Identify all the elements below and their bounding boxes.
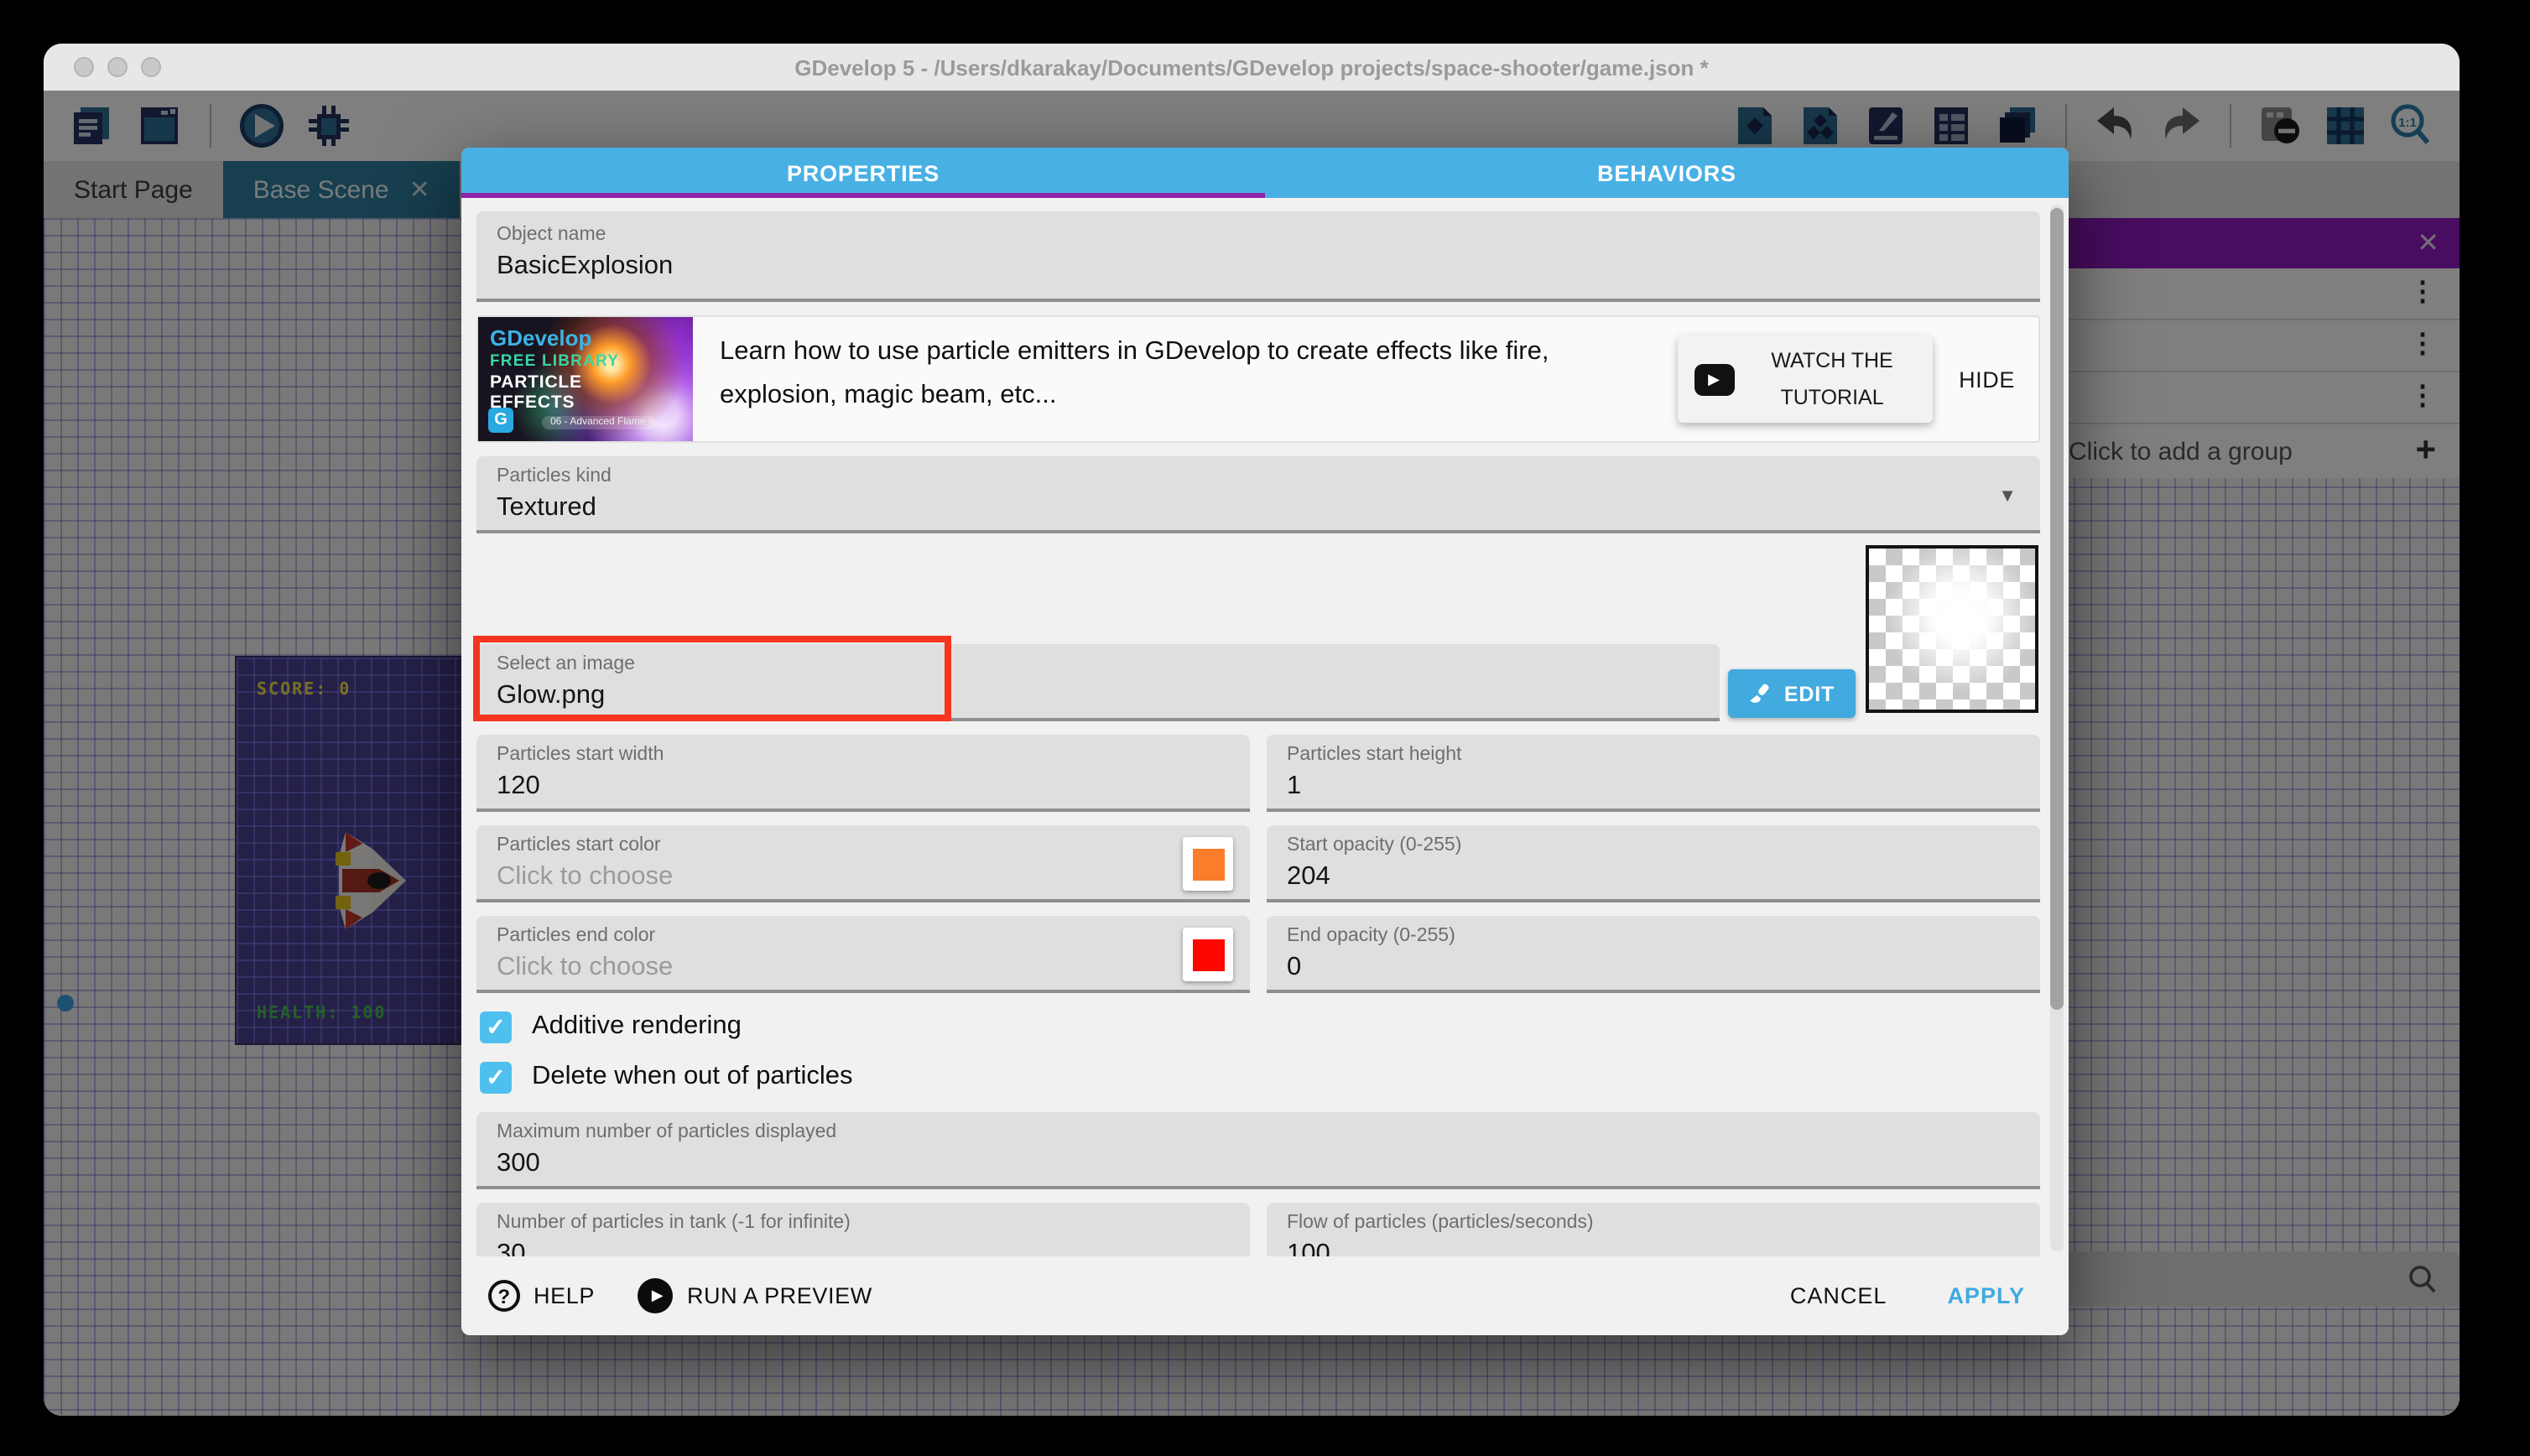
help-button[interactable]: ? HELP: [488, 1280, 595, 1312]
tutorial-thumbnail[interactable]: GDevelop FREE LIBRARY PARTICLE EFFECTS G…: [478, 317, 693, 441]
field-label: End opacity (0-255): [1287, 926, 2020, 946]
tab-properties[interactable]: PROPERTIES: [461, 148, 1265, 198]
field-label: Maximum number of particles displayed: [497, 1122, 2020, 1142]
chevron-down-icon[interactable]: ▼: [1998, 486, 2017, 507]
delete-when-out-checkbox-row[interactable]: ✓ Delete when out of particles: [480, 1057, 2040, 1097]
thumb-caption: 06 - Advanced Flame: [542, 416, 653, 429]
minimize-window-button[interactable]: [107, 57, 128, 77]
color-swatch-button[interactable]: [1183, 837, 1233, 891]
max-particles-field[interactable]: Maximum number of particles displayed 30…: [476, 1112, 2040, 1189]
field-label: Object name: [497, 225, 2020, 245]
dialog-scroll-area[interactable]: Object name BasicExplosion GDevelop FREE…: [461, 198, 2069, 1256]
tutorial-text: Learn how to use particle emitters in GD…: [693, 317, 1677, 441]
thumb-title: GDevelop: [490, 325, 591, 351]
field-label: Flow of particles (particles/seconds): [1287, 1213, 2020, 1233]
end-color-row: Particles end color Click to choose End …: [476, 916, 2040, 993]
field-value: 100: [1287, 1240, 2020, 1256]
maximize-window-button[interactable]: [141, 57, 161, 77]
traffic-lights[interactable]: [74, 57, 161, 77]
field-value: 300: [497, 1149, 2020, 1179]
dialog-tabs: PROPERTIES BEHAVIORS: [461, 148, 2069, 198]
field-label: Number of particles in tank (-1 for infi…: [497, 1213, 1230, 1233]
texture-preview: [1866, 545, 2038, 713]
start-color-row: Particles start color Click to choose St…: [476, 825, 2040, 902]
checkbox-label: Delete when out of particles: [532, 1062, 853, 1092]
object-properties-dialog: PROPERTIES BEHAVIORS Object name BasicEx…: [461, 148, 2069, 1335]
checkbox-checked-icon[interactable]: ✓: [480, 1061, 512, 1093]
end-color-field[interactable]: Particles end color Click to choose: [476, 916, 1250, 993]
field-label: Particles start height: [1287, 745, 2020, 765]
help-label: HELP: [534, 1283, 595, 1308]
scrollbar-thumb[interactable]: [2050, 208, 2064, 1010]
field-value: 0: [1287, 953, 2020, 983]
cancel-button[interactable]: CANCEL: [1790, 1283, 1887, 1308]
tank-flow-row: Number of particles in tank (-1 for infi…: [476, 1203, 2040, 1256]
gdevelop-logo: G: [488, 408, 513, 433]
checkbox-label: Additive rendering: [532, 1011, 742, 1042]
desktop: GDevelop 5 - /Users/dkarakay/Documents/G…: [0, 0, 2530, 1456]
brush-icon: [1749, 682, 1773, 705]
field-label: Particles start width: [497, 745, 1230, 765]
titlebar: GDevelop 5 - /Users/dkarakay/Documents/G…: [44, 44, 2460, 91]
close-window-button[interactable]: [74, 57, 94, 77]
window-title: GDevelop 5 - /Users/dkarakay/Documents/G…: [794, 55, 1709, 80]
image-select-zone: Select an image Glow.png EDIT: [476, 547, 2040, 721]
field-value: Textured: [497, 493, 2020, 523]
additive-rendering-checkbox-row[interactable]: ✓ Additive rendering: [480, 1006, 2040, 1047]
start-width-field[interactable]: Particles start width 120: [476, 735, 1250, 812]
field-label: Start opacity (0-255): [1287, 835, 2020, 855]
thumb-line: PARTICLE: [490, 372, 582, 393]
watch-tutorial-button[interactable]: ▶ WATCH THE TUTORIAL: [1677, 335, 1932, 423]
object-name-field[interactable]: Object name BasicExplosion: [476, 211, 2040, 302]
dialog-scrollbar[interactable]: [2050, 205, 2064, 1251]
field-label: Particles kind: [497, 466, 2020, 486]
field-value: 1: [1287, 772, 2020, 802]
particles-kind-select[interactable]: Particles kind Textured ▼: [476, 456, 2040, 533]
edit-image-button[interactable]: EDIT: [1728, 669, 1856, 718]
field-value: BasicExplosion: [497, 252, 2020, 282]
field-label: Particles end color: [497, 926, 1230, 946]
start-height-field[interactable]: Particles start height 1: [1267, 735, 2040, 812]
checkbox-checked-icon[interactable]: ✓: [480, 1011, 512, 1043]
run-preview-button[interactable]: ▶ RUN A PREVIEW: [638, 1278, 872, 1313]
end-opacity-field[interactable]: End opacity (0-255) 0: [1267, 916, 2040, 993]
color-swatch-button[interactable]: [1183, 928, 1233, 981]
watch-label: WATCH THE TUTORIAL: [1749, 341, 1915, 417]
run-preview-label: RUN A PREVIEW: [687, 1283, 872, 1308]
help-icon: ?: [488, 1280, 520, 1312]
tutorial-banner: GDevelop FREE LIBRARY PARTICLE EFFECTS G…: [476, 315, 2040, 443]
start-opacity-field[interactable]: Start opacity (0-255) 204: [1267, 825, 2040, 902]
hide-button[interactable]: HIDE: [1959, 367, 2015, 392]
field-placeholder: Click to choose: [497, 953, 1230, 983]
field-placeholder: Click to choose: [497, 862, 1230, 892]
thumb-subtitle: FREE LIBRARY: [490, 352, 619, 371]
flow-field[interactable]: Flow of particles (particles/seconds) 10…: [1267, 1203, 2040, 1256]
tank-field[interactable]: Number of particles in tank (-1 for infi…: [476, 1203, 1250, 1256]
tab-behaviors[interactable]: BEHAVIORS: [1265, 148, 2069, 198]
end-color-swatch: [1192, 939, 1224, 970]
field-value: 204: [1287, 862, 2020, 892]
field-label: Particles start color: [497, 835, 1230, 855]
size-row: Particles start width 120 Particles star…: [476, 735, 2040, 812]
dialog-footer: ? HELP ▶ RUN A PREVIEW CANCEL APPLY: [461, 1256, 2069, 1335]
selection-highlight-box: [473, 636, 951, 721]
youtube-play-icon: ▶: [1694, 363, 1734, 395]
field-value: 120: [497, 772, 1230, 802]
field-value: 30: [497, 1240, 1230, 1256]
play-icon: ▶: [638, 1278, 674, 1313]
apply-button[interactable]: APPLY: [1947, 1283, 2025, 1308]
start-color-swatch: [1192, 848, 1224, 880]
start-color-field[interactable]: Particles start color Click to choose: [476, 825, 1250, 902]
edit-label: EDIT: [1784, 682, 1835, 705]
